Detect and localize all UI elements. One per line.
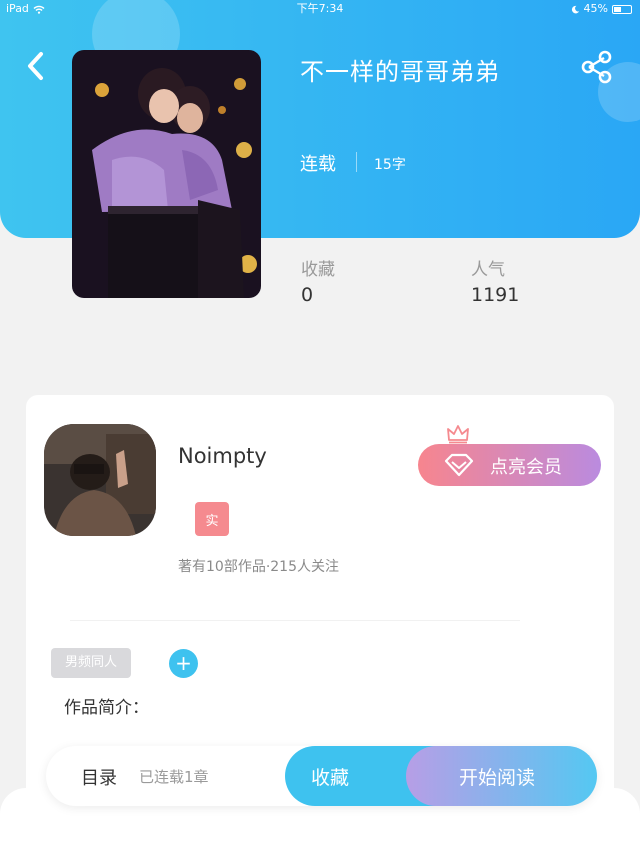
- popularity-label: 人气: [471, 260, 505, 280]
- diamond-icon: [444, 453, 474, 477]
- favorite-button-label: 收藏: [311, 767, 350, 789]
- vip-button-label: 点亮会员: [490, 457, 562, 478]
- verified-badge: 实: [195, 502, 229, 536]
- share-button[interactable]: [580, 50, 614, 84]
- add-tag-button[interactable]: +: [169, 649, 198, 678]
- back-chevron-icon: [28, 52, 43, 80]
- share-icon: [581, 50, 612, 84]
- genre-tag[interactable]: 男频同人: [51, 648, 132, 678]
- battery-percent: 45%: [583, 2, 608, 15]
- back-button[interactable]: [22, 50, 50, 82]
- moon-icon: [571, 5, 579, 13]
- toc-status: 已连载1章: [139, 768, 209, 786]
- avatar-illustration: [44, 424, 156, 536]
- author-name[interactable]: Noimpty: [178, 444, 267, 468]
- start-reading-label: 开始阅读: [459, 767, 536, 789]
- vip-button[interactable]: 点亮会员: [418, 444, 601, 486]
- book-status: 连载: [300, 154, 336, 175]
- meta-divider: [356, 152, 357, 172]
- card-divider: [70, 620, 520, 621]
- clock: 下午7:34: [296, 2, 344, 15]
- battery-icon: [612, 4, 632, 14]
- intro-label: 作品简介：: [64, 698, 149, 718]
- book-cover-image[interactable]: [72, 50, 261, 298]
- popularity-value: 1191: [471, 284, 520, 306]
- author-avatar[interactable]: [44, 424, 156, 536]
- cover-illustration: [72, 50, 261, 298]
- status-bar: iPad 下午7:34 45%: [0, 0, 640, 18]
- plus-icon: +: [175, 651, 192, 675]
- toc-button[interactable]: 目录: [81, 764, 117, 790]
- favorites-label: 收藏: [301, 260, 335, 280]
- favorites-value: 0: [301, 284, 314, 306]
- book-word-count: 15字: [374, 157, 406, 173]
- book-title: 不一样的哥哥弟弟: [300, 58, 500, 86]
- author-stats: 著有10部作品·215人关注: [178, 559, 339, 575]
- start-reading-button[interactable]: 开始阅读: [406, 746, 597, 806]
